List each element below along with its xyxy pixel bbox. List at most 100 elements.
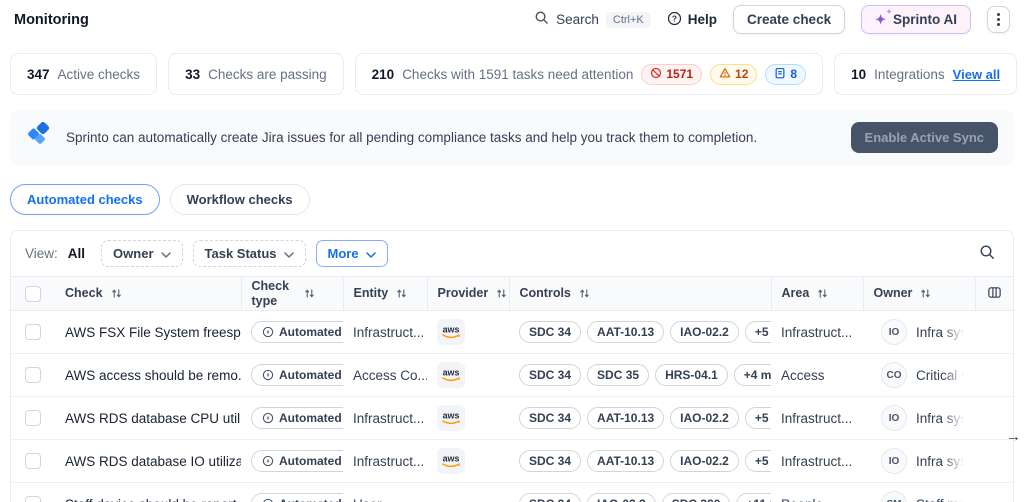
table-search-button[interactable]: [975, 240, 999, 267]
control-pill[interactable]: IAO-02.2: [670, 450, 739, 472]
sort-icon[interactable]: [111, 288, 122, 299]
search-icon: [534, 10, 549, 30]
check-name-link[interactable]: AWS FSX File System freesp...: [65, 325, 241, 340]
tab-automated-checks[interactable]: Automated checks: [10, 184, 160, 215]
area-label: People: [781, 497, 823, 502]
search-icon: [979, 244, 995, 263]
table-row[interactable]: AWS FSX File System freesp... Automated …: [11, 310, 1013, 354]
control-pill[interactable]: SDC 34: [519, 364, 582, 386]
check-type-label: Automated: [279, 325, 342, 339]
view-all-integrations-link[interactable]: View all: [953, 67, 1000, 82]
control-pill[interactable]: SDC 390: [661, 493, 731, 502]
owner-name: Infra system ow: [916, 453, 965, 469]
control-pill[interactable]: SDC 34: [519, 407, 582, 429]
row-checkbox[interactable]: [25, 324, 41, 341]
table-row[interactable]: AWS access should be remo... Automated A…: [11, 353, 1013, 397]
control-pill[interactable]: SDC 34: [519, 493, 582, 502]
control-pill[interactable]: AAT-10.13: [587, 407, 665, 429]
check-type-label: Automated: [279, 497, 342, 502]
view-value[interactable]: All: [68, 246, 85, 261]
check-name-link[interactable]: AWS RDS database IO utilizat...: [65, 454, 241, 469]
control-pill[interactable]: SDC 34: [519, 450, 582, 472]
owner-filter-label: Owner: [113, 246, 154, 261]
control-pill[interactable]: SDC 35: [587, 364, 650, 386]
control-pill[interactable]: IAO-02.2: [587, 493, 656, 502]
area-label: Infrastruct...: [781, 410, 853, 426]
check-type-label: Automated: [279, 454, 342, 468]
check-name-link[interactable]: Staff device should be report...: [65, 497, 241, 502]
column-header-area: Area: [781, 286, 810, 301]
entity-label: Infrastruct...: [353, 410, 425, 426]
control-pill[interactable]: IAO-02.2: [670, 407, 739, 429]
row-checkbox[interactable]: [25, 453, 41, 470]
controls-more-pill[interactable]: +5 more: [744, 407, 771, 429]
warning-tasks-badge[interactable]: 12: [710, 63, 758, 85]
more-options-button[interactable]: [987, 6, 1010, 33]
jira-logo-icon: [26, 121, 52, 153]
tab-workflow-checks[interactable]: Workflow checks: [169, 184, 310, 215]
create-check-label: Create check: [747, 12, 832, 27]
checks-table: Check Check type Entity Provider Control…: [11, 276, 1013, 502]
warning-tasks-count: 12: [735, 67, 749, 81]
global-search[interactable]: Search Ctrl+K: [534, 10, 651, 30]
table-row[interactable]: AWS RDS database CPU utili... Automated …: [11, 396, 1013, 440]
control-pill[interactable]: IAO-02.2: [670, 321, 739, 343]
filter-row: View: All Owner Task Status More: [11, 231, 1013, 276]
area-label: Infrastruct...: [781, 324, 853, 340]
control-pill[interactable]: SDC 34: [519, 321, 582, 343]
check-name-link[interactable]: AWS RDS database CPU utili...: [65, 411, 241, 426]
control-pill[interactable]: HRS-04.1: [655, 364, 728, 386]
sort-icon[interactable]: [304, 288, 315, 299]
control-pill[interactable]: AAT-10.13: [587, 321, 665, 343]
chevron-down-icon: [160, 246, 171, 261]
more-filters[interactable]: More: [315, 240, 388, 267]
table-row[interactable]: AWS RDS database IO utilizat... Automate…: [11, 439, 1013, 483]
failing-tasks-badge[interactable]: 1571: [641, 63, 703, 85]
svg-text:aws: aws: [443, 367, 460, 377]
sprinto-ai-button[interactable]: ✦ ✦ Sprinto AI: [861, 5, 971, 34]
control-pill[interactable]: AAT-10.13: [587, 450, 665, 472]
tasks-icon: [774, 67, 786, 82]
column-header-provider: Provider: [437, 286, 489, 301]
controls-list: SDC 34AAT-10.13IAO-02.2+5 more: [519, 321, 771, 343]
row-checkbox[interactable]: [25, 410, 41, 427]
search-label: Search: [556, 12, 599, 27]
row-checkbox[interactable]: [25, 496, 41, 502]
task-status-filter[interactable]: Task Status: [192, 240, 306, 267]
help-icon: ?: [667, 11, 682, 29]
select-all-checkbox[interactable]: [25, 285, 41, 302]
entity-label: Infrastruct...: [353, 324, 425, 340]
stat-active-checks[interactable]: 347 Active checks: [10, 53, 158, 95]
entity-label: Infrastruct...: [353, 453, 425, 469]
controls-more-pill[interactable]: +4 more: [733, 364, 771, 386]
due-tasks-badge[interactable]: 8: [765, 63, 807, 85]
owner-name: Staff members: [916, 497, 965, 502]
svg-text:aws: aws: [443, 410, 460, 420]
stat-passing-checks[interactable]: 33 Checks are passing: [168, 53, 344, 95]
controls-more-pill[interactable]: +11 more: [736, 493, 771, 502]
provider-empty-label: --: [437, 497, 448, 502]
sort-icon[interactable]: [579, 288, 590, 299]
owner-filter[interactable]: Owner: [101, 240, 183, 267]
sort-icon[interactable]: [496, 288, 507, 299]
controls-list: SDC 34SDC 35HRS-04.1+4 more: [519, 364, 771, 386]
controls-more-pill[interactable]: +5 more: [744, 321, 771, 343]
task-status-filter-label: Task Status: [204, 246, 277, 261]
create-check-button[interactable]: Create check: [733, 5, 846, 34]
sort-icon[interactable]: [396, 288, 407, 299]
column-header-owner: Owner: [873, 286, 913, 301]
sort-icon[interactable]: [920, 288, 931, 299]
stat-attention-checks[interactable]: 210 Checks with 1591 tasks need attentio…: [354, 53, 824, 95]
controls-more-pill[interactable]: +5 more: [744, 450, 771, 472]
column-manager-icon[interactable]: [987, 285, 1002, 300]
row-checkbox[interactable]: [25, 367, 41, 384]
check-name-link[interactable]: AWS access should be remo...: [65, 368, 241, 383]
help-menu[interactable]: ? Help: [667, 11, 717, 29]
table-row[interactable]: Staff device should be report... Automat…: [11, 482, 1013, 502]
sort-icon[interactable]: [817, 288, 828, 299]
integrations-label: Integrations: [874, 66, 945, 82]
aws-provider-icon: aws: [437, 362, 465, 388]
check-type-label: Automated: [279, 368, 342, 382]
scroll-right-hint[interactable]: →: [1006, 428, 1021, 445]
enable-active-sync-button[interactable]: Enable Active Sync: [850, 122, 998, 153]
